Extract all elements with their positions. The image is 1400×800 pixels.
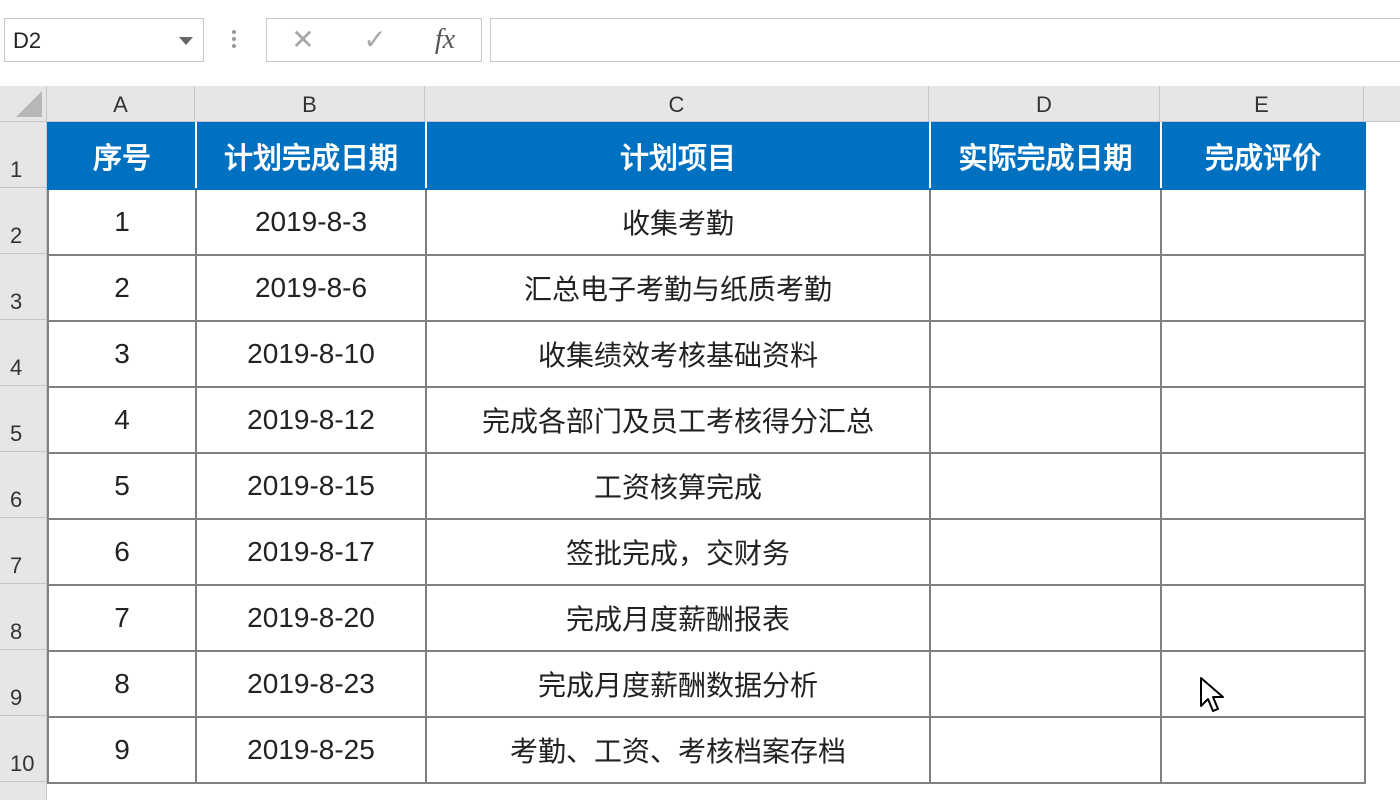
table-cell[interactable]: 4 (47, 386, 197, 454)
column-header-e[interactable]: E (1160, 86, 1364, 122)
table-cell[interactable] (1160, 254, 1366, 322)
table-row: 8 2019-8-23 完成月度薪酬数据分析 (47, 650, 1366, 718)
row-header-4[interactable]: 4 (0, 320, 47, 386)
table-cell[interactable]: 2019-8-25 (195, 716, 427, 784)
row-header-8[interactable]: 8 (0, 584, 47, 650)
mouse-pointer-icon (1200, 677, 1224, 712)
table-cell[interactable] (1160, 452, 1366, 520)
row-header-11[interactable] (0, 782, 47, 800)
table-cell[interactable]: 2 (47, 254, 197, 322)
header-cell-planned-date[interactable]: 计划完成日期 (195, 122, 427, 190)
formula-bar-buttons: ✕ ✓ fx (266, 18, 482, 62)
table-cell[interactable] (1160, 650, 1366, 718)
table-cell[interactable]: 工资核算完成 (425, 452, 931, 520)
data-table: 序号 计划完成日期 计划项目 实际完成日期 完成评价 1 2019-8-3 收集… (47, 122, 1366, 784)
table-cell[interactable]: 考勤、工资、考核档案存档 (425, 716, 931, 784)
table-cell[interactable]: 2019-8-12 (195, 386, 427, 454)
table-cell[interactable]: 完成各部门及员工考核得分汇总 (425, 386, 931, 454)
table-cell[interactable]: 2019-8-3 (195, 188, 427, 256)
table-cell[interactable]: 2019-8-6 (195, 254, 427, 322)
header-cell-evaluation[interactable]: 完成评价 (1160, 122, 1366, 190)
insert-function-icon[interactable]: fx (415, 19, 475, 61)
table-cell[interactable]: 5 (47, 452, 197, 520)
table-row: 9 2019-8-25 考勤、工资、考核档案存档 (47, 716, 1366, 784)
row-header-10[interactable]: 10 (0, 716, 47, 782)
table-row: 7 2019-8-20 完成月度薪酬报表 (47, 584, 1366, 652)
table-row: 4 2019-8-12 完成各部门及员工考核得分汇总 (47, 386, 1366, 454)
header-cell-seq[interactable]: 序号 (47, 122, 197, 190)
table-cell[interactable] (929, 518, 1162, 586)
column-header-c[interactable]: C (425, 86, 929, 122)
table-cell[interactable]: 3 (47, 320, 197, 388)
table-cell[interactable]: 7 (47, 584, 197, 652)
table-cell[interactable]: 2019-8-20 (195, 584, 427, 652)
table-cell[interactable]: 1 (47, 188, 197, 256)
table-row: 3 2019-8-10 收集绩效考核基础资料 (47, 320, 1366, 388)
row-header-7[interactable]: 7 (0, 518, 47, 584)
table-row: 2 2019-8-6 汇总电子考勤与纸质考勤 (47, 254, 1366, 322)
table-cell[interactable]: 完成月度薪酬数据分析 (425, 650, 931, 718)
worksheet: A B C D E 1 2 3 4 5 6 7 8 9 10 序号 计划完成日期… (0, 86, 1400, 800)
formula-bar-area: D2 ✕ ✓ fx (0, 0, 1400, 86)
table-cell[interactable]: 收集绩效考核基础资料 (425, 320, 931, 388)
table-row: 1 2019-8-3 收集考勤 (47, 188, 1366, 256)
table-cell[interactable]: 2019-8-23 (195, 650, 427, 718)
table-cell[interactable] (1160, 188, 1366, 256)
table-cell[interactable] (929, 320, 1162, 388)
table-cell[interactable] (1160, 320, 1366, 388)
table-cell[interactable] (929, 584, 1162, 652)
enter-icon[interactable]: ✓ (345, 19, 405, 61)
table-cell[interactable]: 汇总电子考勤与纸质考勤 (425, 254, 931, 322)
table-cell[interactable] (929, 716, 1162, 784)
table-cell[interactable] (929, 386, 1162, 454)
table-cell[interactable]: 完成月度薪酬报表 (425, 584, 931, 652)
table-cell[interactable] (929, 650, 1162, 718)
row-header-5[interactable]: 5 (0, 386, 47, 452)
header-cell-plan-item[interactable]: 计划项目 (425, 122, 931, 190)
header-cell-actual-date[interactable]: 实际完成日期 (929, 122, 1162, 190)
table-cell[interactable]: 签批完成，交财务 (425, 518, 931, 586)
table-header-row: 序号 计划完成日期 计划项目 实际完成日期 完成评价 (47, 122, 1366, 190)
table-row: 5 2019-8-15 工资核算完成 (47, 452, 1366, 520)
row-header-9[interactable]: 9 (0, 650, 47, 716)
table-cell[interactable]: 2019-8-15 (195, 452, 427, 520)
table-row: 6 2019-8-17 签批完成，交财务 (47, 518, 1366, 586)
table-cell[interactable] (929, 452, 1162, 520)
chevron-down-icon[interactable] (179, 37, 193, 45)
formula-bar-grip[interactable] (232, 30, 236, 52)
table-cell[interactable]: 9 (47, 716, 197, 784)
table-cell[interactable] (929, 188, 1162, 256)
table-cell[interactable] (1160, 386, 1366, 454)
formula-input[interactable] (490, 18, 1400, 62)
row-header-3[interactable]: 3 (0, 254, 47, 320)
table-cell[interactable] (1160, 584, 1366, 652)
table-cell[interactable] (1160, 518, 1366, 586)
cancel-icon[interactable]: ✕ (273, 19, 333, 61)
table-cell[interactable] (929, 254, 1162, 322)
column-header-f[interactable] (1364, 86, 1400, 122)
table-cell[interactable] (1160, 716, 1366, 784)
column-header-b[interactable]: B (195, 86, 425, 122)
column-header-a[interactable]: A (47, 86, 195, 122)
row-header-2[interactable]: 2 (0, 188, 47, 254)
column-header-d[interactable]: D (929, 86, 1160, 122)
row-header-1[interactable]: 1 (0, 122, 47, 188)
name-box[interactable]: D2 (4, 18, 204, 62)
table-cell[interactable]: 2019-8-17 (195, 518, 427, 586)
row-header-6[interactable]: 6 (0, 452, 47, 518)
table-cell[interactable]: 8 (47, 650, 197, 718)
table-cell[interactable]: 收集考勤 (425, 188, 931, 256)
table-cell[interactable]: 2019-8-10 (195, 320, 427, 388)
select-all-button[interactable] (0, 86, 47, 122)
name-box-value: D2 (13, 28, 42, 53)
table-cell[interactable]: 6 (47, 518, 197, 586)
